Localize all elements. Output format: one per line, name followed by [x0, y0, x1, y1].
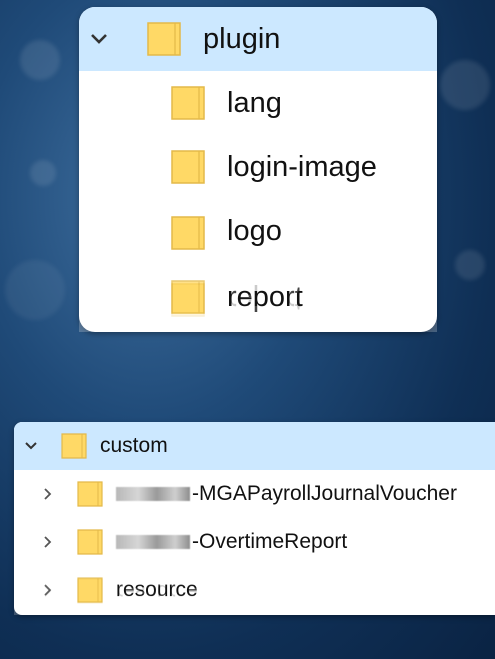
tree-item-resource[interactable]: resource — [14, 566, 495, 614]
chevron-right-icon[interactable] — [40, 532, 56, 552]
tree-item-login-image[interactable]: login-image — [79, 135, 437, 199]
chevron-right-icon[interactable] — [40, 580, 56, 600]
tree-item-label: lang — [227, 87, 282, 119]
folder-tree-panel-custom: custom -MGAPayrollJournalVoucher -Overti… — [14, 422, 495, 615]
redacted-text — [116, 487, 190, 502]
tree-item-label: custom — [100, 434, 168, 457]
tree-item-label: login-image — [227, 151, 377, 183]
tree-item-report[interactable]: report — [79, 265, 437, 329]
tree-item-overtime-report[interactable]: -OvertimeReport — [14, 518, 495, 566]
folder-icon — [76, 528, 104, 561]
folder-icon — [60, 432, 88, 465]
tree-item-label: logo — [227, 215, 282, 247]
folder-icon — [145, 20, 183, 63]
folder-icon — [76, 480, 104, 513]
tree-item-label: report — [227, 281, 303, 313]
chevron-down-icon[interactable] — [87, 29, 111, 49]
folder-icon — [169, 84, 207, 127]
tree-item-label: -MGAPayrollJournalVoucher — [116, 482, 457, 506]
tree-item-custom[interactable]: custom — [14, 422, 495, 470]
folder-icon — [169, 148, 207, 191]
folder-tree-panel-plugin: plugin lang login-image logo report — [79, 7, 437, 332]
tree-item-label: resource — [116, 578, 198, 601]
tree-item-mga-payroll-journal-voucher[interactable]: -MGAPayrollJournalVoucher — [14, 470, 495, 518]
folder-icon — [76, 576, 104, 609]
tree-item-logo[interactable]: logo — [79, 201, 437, 265]
folder-icon — [169, 278, 207, 321]
chevron-down-icon[interactable] — [20, 436, 42, 456]
chevron-right-icon[interactable] — [40, 484, 56, 504]
tree-item-label: -OvertimeReport — [116, 530, 347, 554]
tree-item-plugin[interactable]: plugin — [79, 7, 437, 71]
tree-item-lang[interactable]: lang — [79, 71, 437, 135]
redacted-text — [116, 535, 190, 550]
folder-icon — [169, 214, 207, 257]
tree-item-label: plugin — [203, 23, 281, 55]
